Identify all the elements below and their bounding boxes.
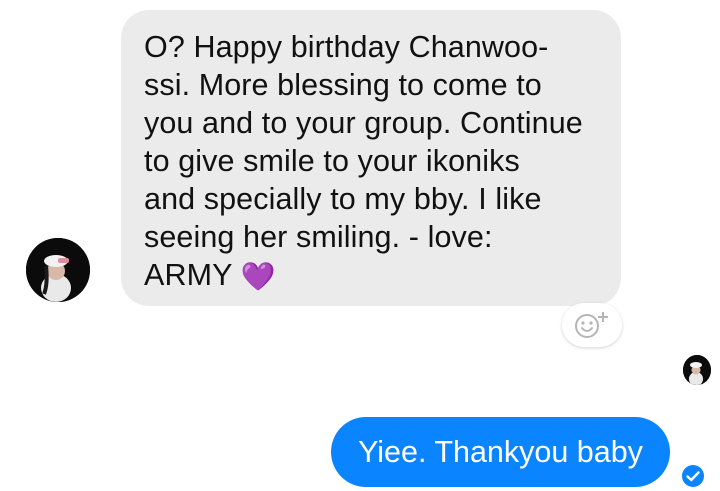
chat-thread: O? Happy birthday Chanwoo- ssi. More ble… bbox=[0, 0, 720, 491]
purple-heart-emoji: 💜 bbox=[240, 261, 276, 292]
add-reaction-icon bbox=[575, 312, 608, 338]
sender-avatar[interactable] bbox=[26, 238, 90, 302]
sent-check-icon bbox=[682, 465, 704, 487]
incoming-message-text: O? Happy birthday Chanwoo- ssi. More ble… bbox=[144, 30, 583, 292]
incoming-message-bubble[interactable]: O? Happy birthday Chanwoo- ssi. More ble… bbox=[121, 10, 621, 306]
read-receipt-avatar bbox=[683, 355, 711, 385]
outgoing-message-bubble[interactable]: Yiee. Thankyou baby bbox=[331, 417, 670, 487]
add-reaction-button[interactable] bbox=[562, 303, 622, 347]
outgoing-message-text: Yiee. Thankyou baby bbox=[358, 434, 643, 469]
profile-photo-icon bbox=[26, 238, 90, 302]
read-receipt-avatar-icon bbox=[683, 355, 711, 385]
